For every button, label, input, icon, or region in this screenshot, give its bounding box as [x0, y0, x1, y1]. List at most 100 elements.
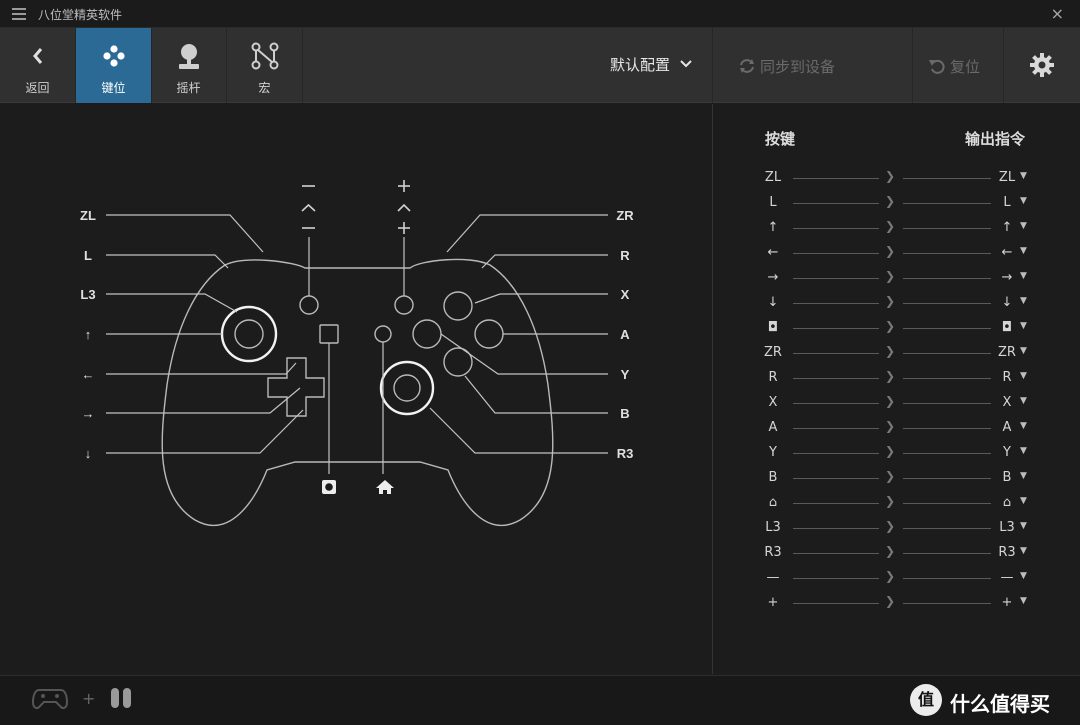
label-a: A [620, 327, 630, 342]
connector-line [903, 353, 991, 354]
plus-separator: + [82, 689, 96, 708]
connector-line [793, 603, 879, 604]
chevron-right-icon: ❯ [885, 594, 896, 608]
header-output: 输出指令 [965, 130, 1026, 148]
input-key: L [769, 195, 777, 210]
connector-line [793, 553, 879, 554]
chevron-down-icon[interactable]: ▼ [1020, 496, 1027, 506]
mapping-row: R3 ❯ R3 ▼ [713, 541, 1080, 566]
chevron-right-icon: ❯ [885, 319, 896, 333]
mapping-row: L3 ❯ L3 ▼ [713, 516, 1080, 541]
brand-watermark: 值 什么值得买 [910, 684, 1070, 718]
tab-macro[interactable]: 宏 [227, 28, 303, 103]
mapping-row: A ❯ A ▼ [713, 416, 1080, 441]
connector-line [793, 528, 879, 529]
chevron-right-icon: ❯ [885, 269, 896, 283]
connector-line [903, 203, 991, 204]
toolbar: 返回 键位 摇杆 宏 默认配置 同步到设备 复位 [0, 28, 1080, 103]
connector-line [793, 203, 879, 204]
mapping-row: ◘ ❯ ◘ ▼ [713, 316, 1080, 341]
connector-line [903, 553, 991, 554]
bottom-bar: + 值 什么值得买 [0, 675, 1080, 725]
mapping-row: ↑ ❯ ↑ ▼ [713, 216, 1080, 241]
chevron-down-icon[interactable]: ▼ [1020, 446, 1027, 456]
chevron-down-icon [680, 60, 692, 68]
chevron-right-icon: ❯ [885, 469, 896, 483]
input-key: ← [767, 245, 779, 260]
sync-icon [740, 59, 754, 73]
chevron-down-icon[interactable]: ▼ [1020, 371, 1027, 381]
close-button[interactable]: × [1051, 4, 1064, 23]
input-key: R [768, 370, 778, 385]
connector-line [903, 478, 991, 479]
chevron-down-icon[interactable]: ▼ [1020, 471, 1027, 481]
mapping-panel: 按键 输出指令 ZL ❯ ZL ▼ L ❯ L ▼ ↑ ❯ ↑ ▼ ← ❯ ← ▼ → ❯ → ▼ ↓ ❯ ↓ ▼ ◘ ❯ ◘ ▼ ZR… [712, 104, 1080, 674]
connector-line [903, 403, 991, 404]
menu-icon[interactable] [12, 8, 26, 20]
undo-icon [929, 59, 945, 74]
chevron-down-icon[interactable]: ▼ [1020, 596, 1027, 606]
back-label: 返回 [25, 81, 50, 95]
label-zr: ZR [616, 208, 634, 223]
joycon-icon[interactable] [109, 686, 133, 710]
chevron-right-icon: ❯ [885, 169, 896, 183]
label-x: X [621, 287, 630, 302]
mapping-row: B ❯ B ▼ [713, 466, 1080, 491]
chevron-right-icon: ❯ [885, 444, 896, 458]
label-left: ← [82, 367, 95, 382]
tab-keys[interactable]: 键位 [76, 28, 152, 103]
joystick-icon [179, 44, 199, 69]
connector-line [793, 253, 879, 254]
controller-diagram-panel: ZL L L3 ↑ ← → ↓ ZR R X A Y B R3 [0, 104, 712, 674]
label-r3: R3 [617, 446, 634, 461]
chevron-down-icon[interactable]: ▼ [1020, 571, 1027, 581]
chevron-right-icon: ❯ [885, 194, 896, 208]
macro-label: 宏 [258, 81, 271, 95]
sync-label: 同步到设备 [760, 58, 836, 76]
mapping-row: Y ❯ Y ▼ [713, 441, 1080, 466]
connector-line [793, 378, 879, 379]
input-key: A [768, 420, 778, 435]
label-l: L [84, 248, 92, 263]
chevron-down-icon[interactable]: ▼ [1020, 546, 1027, 556]
connector-line [903, 453, 991, 454]
mapping-row: + ❯ + ▼ [713, 591, 1080, 616]
chevron-right-icon: ❯ [885, 419, 896, 433]
label-l3: L3 [80, 287, 95, 302]
connector-line [793, 178, 879, 179]
chevron-down-icon[interactable]: ▼ [1020, 221, 1027, 231]
controller-diagram: ZL L L3 ↑ ← → ↓ ZR R X A Y B R3 [80, 180, 634, 527]
config-dropdown[interactable]: 默认配置 [610, 54, 693, 75]
label-r: R [620, 248, 630, 263]
chevron-down-icon[interactable]: ▼ [1020, 196, 1027, 206]
chevron-down-icon[interactable]: ▼ [1020, 421, 1027, 431]
sync-button[interactable]: 同步到设备 [738, 56, 835, 77]
stick-label: 摇杆 [176, 81, 201, 95]
connector-line [793, 278, 879, 279]
label-y: Y [621, 367, 630, 382]
chevron-down-icon[interactable]: ▼ [1020, 321, 1027, 331]
mapping-row: R ❯ R ▼ [713, 366, 1080, 391]
connector-line [903, 303, 991, 304]
mapping-row: → ❯ → ▼ [713, 266, 1080, 291]
gear-icon[interactable] [1028, 51, 1056, 79]
brand-name: 什么值得买 [950, 692, 1050, 716]
back-button[interactable]: 返回 [0, 28, 76, 103]
chevron-down-icon[interactable]: ▼ [1020, 271, 1027, 281]
input-key: ◘ [767, 320, 779, 335]
mapping-row: ZR ❯ ZR ▼ [713, 341, 1080, 366]
chevron-down-icon[interactable]: ▼ [1020, 346, 1027, 356]
chevron-down-icon[interactable]: ▼ [1020, 396, 1027, 406]
gamepad-icon[interactable] [32, 686, 68, 712]
connector-line [903, 178, 991, 179]
chevron-down-icon[interactable]: ▼ [1020, 171, 1027, 181]
chevron-down-icon[interactable]: ▼ [1020, 246, 1027, 256]
chevron-down-icon[interactable]: ▼ [1020, 296, 1027, 306]
tab-stick[interactable]: 摇杆 [151, 28, 227, 103]
connector-line [793, 353, 879, 354]
label-down: ↓ [85, 446, 92, 461]
reset-button[interactable]: 复位 [928, 56, 980, 77]
chevron-down-icon[interactable]: ▼ [1020, 521, 1027, 531]
connector-line [903, 253, 991, 254]
config-label: 默认配置 [610, 56, 671, 74]
